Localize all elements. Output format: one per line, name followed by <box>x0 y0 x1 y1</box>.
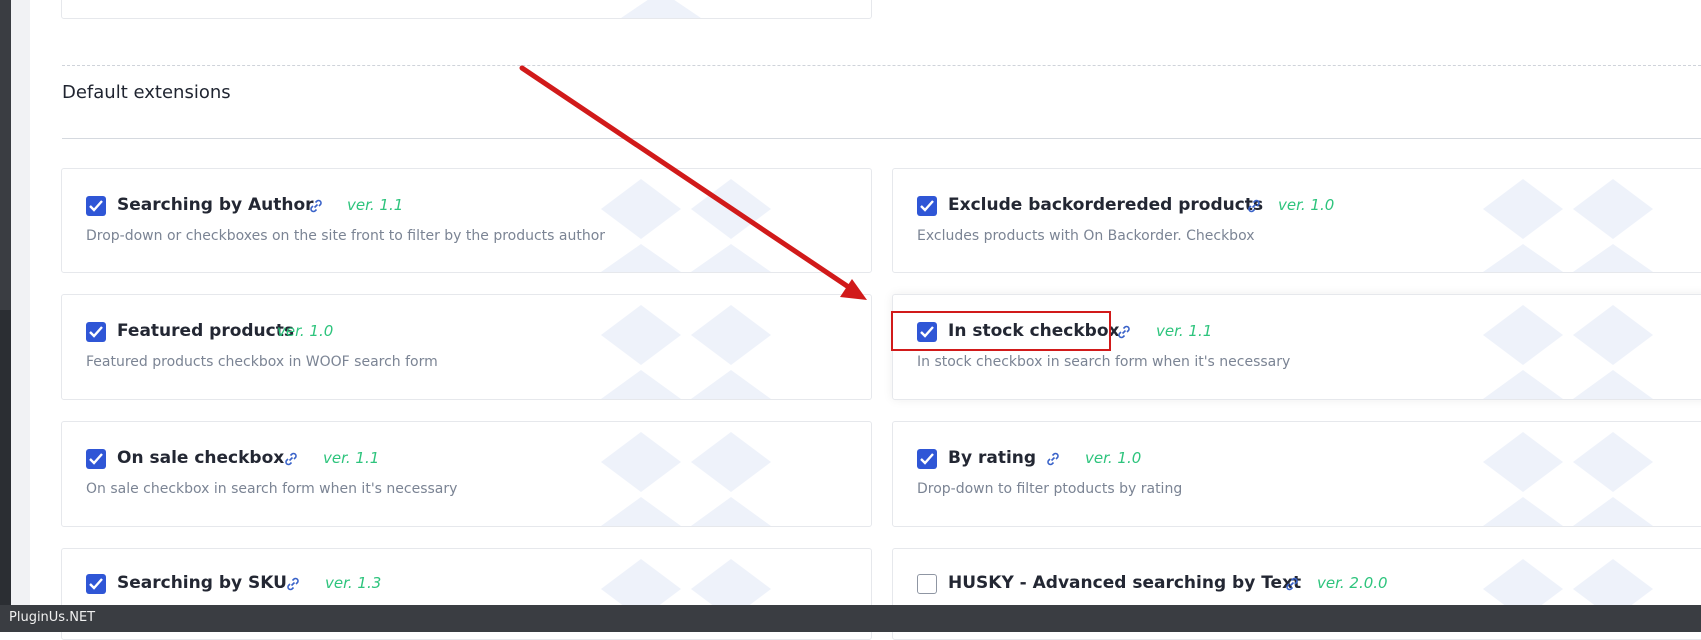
footer-brand: PluginUs.NET <box>9 610 96 625</box>
footer-bar: PluginUs.NET <box>0 605 1701 632</box>
annotation-arrow-icon <box>519 65 867 300</box>
